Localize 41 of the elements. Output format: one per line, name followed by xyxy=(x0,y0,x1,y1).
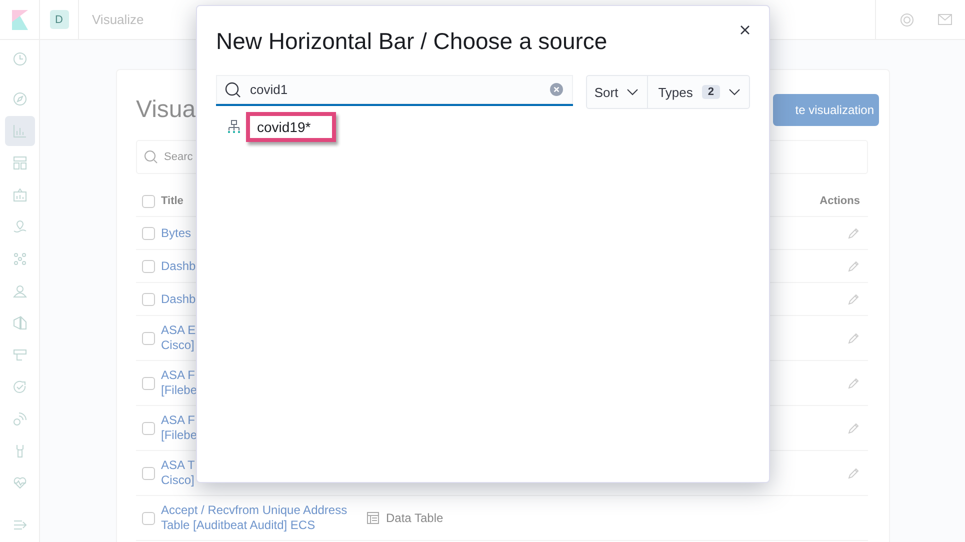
search-icon xyxy=(225,82,241,98)
row-checkbox[interactable] xyxy=(142,260,155,272)
logo-icon[interactable] xyxy=(12,10,28,30)
row-checkbox[interactable] xyxy=(142,466,155,480)
select-all-checkbox[interactable] xyxy=(142,194,155,208)
column-header: Actions xyxy=(820,195,860,207)
edit-icon[interactable] xyxy=(848,260,860,272)
sort-button[interactable]: Sort xyxy=(587,76,648,108)
row-checkbox[interactable] xyxy=(142,376,155,390)
help-icon[interactable] xyxy=(900,12,914,26)
caret-icon xyxy=(627,88,638,96)
column-header[interactable]: Title xyxy=(161,195,184,207)
edit-icon[interactable] xyxy=(848,293,860,305)
row-checkbox[interactable] xyxy=(142,332,155,344)
space-avatar[interactable]: D xyxy=(50,10,68,29)
visualization-link[interactable]: Accept / Recvfrom Unique Address Table [Auditbeat Auditd] ECS xyxy=(161,503,361,533)
edit-icon[interactable] xyxy=(848,467,860,479)
row-checkbox[interactable] xyxy=(142,292,155,306)
chart-nav-icon[interactable] xyxy=(4,116,34,146)
caret-icon xyxy=(729,88,740,96)
row-checkbox[interactable] xyxy=(142,512,155,524)
visualization-type: Data Table xyxy=(367,511,444,525)
index-pattern-icon xyxy=(228,120,240,134)
create-visualization-button[interactable]: te visualization xyxy=(773,94,879,126)
breadcrumb[interactable]: Visualize xyxy=(92,12,144,27)
table-icon xyxy=(367,512,379,524)
types-filter-button[interactable]: Types 2 xyxy=(647,76,749,108)
mail-icon[interactable] xyxy=(938,14,952,25)
dialog-title: New Horizontal Bar / Choose a source xyxy=(216,28,608,55)
edit-icon[interactable] xyxy=(848,377,860,389)
row-checkbox[interactable] xyxy=(142,422,155,434)
search-field[interactable]: covid1 xyxy=(216,75,574,106)
index-pattern-link[interactable]: covid19* xyxy=(246,112,336,142)
row-checkbox[interactable] xyxy=(142,226,155,240)
edit-icon[interactable] xyxy=(848,227,860,239)
edit-icon[interactable] xyxy=(848,332,860,344)
search-icon xyxy=(144,150,158,164)
edit-icon[interactable] xyxy=(848,422,860,434)
clear-icon[interactable] xyxy=(550,83,564,96)
count-badge: 2 xyxy=(702,85,720,99)
page-title: Visua xyxy=(136,96,196,124)
